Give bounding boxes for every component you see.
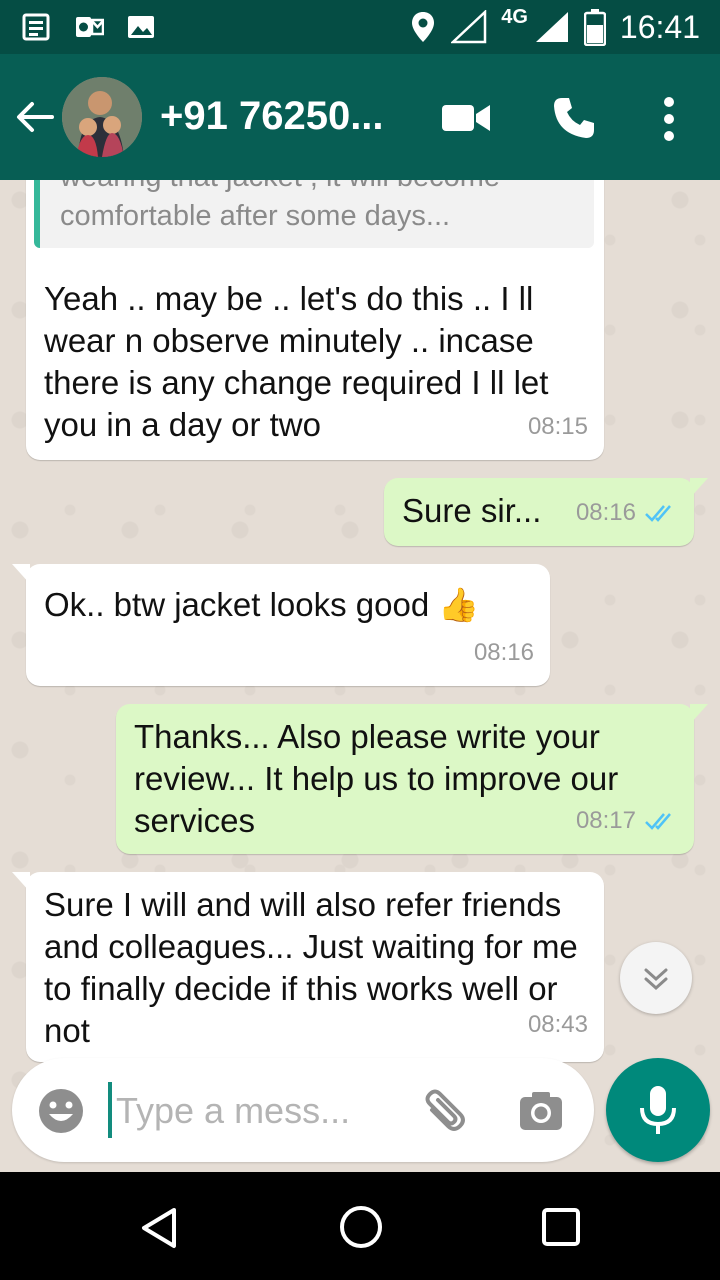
back-arrow-icon[interactable] (12, 94, 58, 140)
message-input[interactable] (114, 1084, 388, 1138)
mic-button[interactable] (606, 1058, 710, 1162)
paperclip-icon[interactable] (418, 1088, 468, 1138)
contact-name[interactable]: +91 76250... (160, 94, 395, 139)
message-time: 08:16 (473, 639, 534, 666)
message-incoming[interactable]: wearing that jacket , it will become com… (26, 180, 604, 460)
message-time: 08:15 (527, 413, 588, 440)
double-chevron-down-icon (644, 968, 668, 991)
phone-icon[interactable] (550, 94, 598, 142)
mic-icon (640, 1086, 676, 1134)
nav-back-icon[interactable] (138, 1206, 182, 1250)
bubble-tail (690, 478, 708, 498)
system-nav-bar (0, 1172, 720, 1280)
message-time: 08:16 (575, 499, 636, 526)
read-ticks-icon (645, 813, 671, 830)
battery-icon (583, 9, 606, 46)
emoji-icon[interactable] (36, 1086, 86, 1136)
more-vert-icon[interactable] (650, 94, 688, 144)
outlook-icon (76, 17, 104, 37)
image-icon (128, 16, 154, 38)
network-type: 4G (501, 5, 528, 28)
avatar-photo (62, 77, 142, 157)
message-outgoing[interactable]: Sure sir... 08:16 (384, 478, 708, 546)
avatar[interactable] (62, 77, 142, 157)
camera-icon[interactable] (518, 1090, 564, 1132)
message-composer (12, 1058, 594, 1162)
message-text: Yeah .. may be .. let's do this .. I ll … (44, 280, 549, 443)
message-incoming[interactable]: Ok.. btw jacket looks good 👍 08:16 (12, 564, 550, 686)
message-text: Ok.. btw jacket looks good 👍 (44, 586, 480, 623)
message-time: 08:43 (527, 1011, 588, 1038)
video-call-icon[interactable] (440, 100, 492, 136)
chat-header: +91 76250... (0, 54, 720, 180)
message-outgoing[interactable]: Thanks... Also please write your review.… (116, 704, 708, 854)
location-icon (412, 12, 435, 42)
clock: 16:41 (619, 8, 700, 45)
notes-icon (22, 13, 50, 41)
text-caret (108, 1082, 112, 1138)
message-text: Sure I will and will also refer friends … (44, 886, 578, 1049)
signal-strength-icon (535, 12, 568, 42)
bubble-tail (12, 872, 30, 892)
message-time: 08:17 (575, 807, 636, 834)
nav-recents-icon[interactable] (540, 1206, 582, 1248)
nav-home-icon[interactable] (338, 1204, 384, 1250)
status-bar: 4G 16:41 (0, 0, 720, 54)
quoted-text: wearing that jacket , it will become com… (60, 180, 500, 232)
bubble-tail (12, 564, 30, 584)
quoted-message[interactable]: wearing that jacket , it will become com… (34, 180, 594, 248)
message-incoming[interactable]: Sure I will and will also refer friends … (12, 872, 604, 1062)
bubble-tail (690, 704, 708, 724)
read-ticks-icon (645, 505, 671, 522)
message-list[interactable]: wearing that jacket , it will become com… (0, 180, 720, 1172)
scroll-to-bottom-button[interactable] (620, 942, 692, 1014)
signal-icon (451, 10, 487, 44)
